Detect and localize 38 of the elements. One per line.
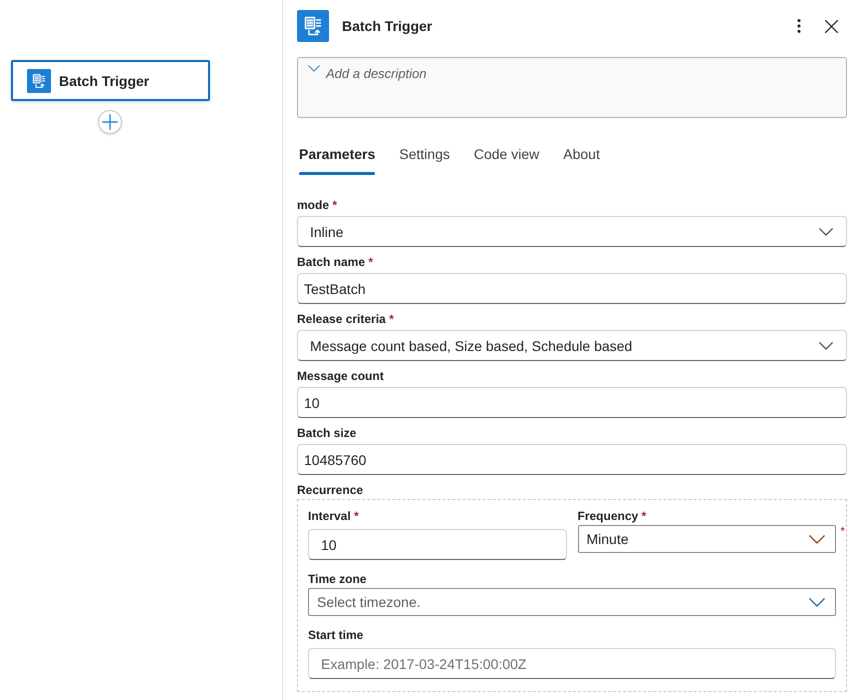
field-label: Time zone xyxy=(308,571,366,587)
required-mark: * xyxy=(840,525,845,537)
close-icon xyxy=(824,20,838,32)
description-field[interactable]: Add a description xyxy=(297,57,847,118)
group-label: Recurrence xyxy=(297,482,364,498)
field-label: mode * xyxy=(297,197,338,213)
dropdown-field[interactable]: Message count based, Size based, Schedule based xyxy=(297,330,847,361)
chevron-down-icon xyxy=(809,598,825,606)
tab[interactable]: Code view xyxy=(474,132,540,176)
field-label: Interval * xyxy=(308,508,359,524)
text-field[interactable]: TestBatch xyxy=(297,273,847,304)
field-label: Start time xyxy=(308,627,364,643)
dropdown-field[interactable]: Inline xyxy=(297,216,847,247)
add-step-button[interactable] xyxy=(98,110,122,134)
list-tray-icon xyxy=(297,10,329,42)
panel-title: Batch Trigger xyxy=(342,18,434,34)
tab[interactable]: About xyxy=(563,132,600,176)
text-field[interactable]: 10485760 xyxy=(297,444,847,475)
text-field[interactable]: 10 xyxy=(308,529,566,560)
chevron-down-icon xyxy=(809,534,825,544)
chevron-down-icon xyxy=(819,228,833,236)
chevron-down-icon xyxy=(308,65,320,72)
list-tray-icon xyxy=(27,68,51,92)
field-label: Batch name * xyxy=(297,254,374,270)
chevron-down-icon xyxy=(819,342,833,350)
field-label: Batch size xyxy=(297,425,356,441)
trigger-node[interactable]: Batch Trigger xyxy=(11,60,210,101)
tab[interactable]: Parameters xyxy=(299,132,376,176)
tab[interactable]: Settings xyxy=(399,132,450,176)
field-label: Frequency * xyxy=(578,508,646,524)
field-label: Release criteria * xyxy=(297,311,394,327)
dropdown-field[interactable]: Minute xyxy=(578,525,836,553)
dropdown-field[interactable]: Select timezone. xyxy=(308,588,836,616)
text-field[interactable]: 10 xyxy=(297,387,847,418)
text-field[interactable]: Example: 2017-03-24T15:00:00Z xyxy=(308,648,836,679)
plus-icon xyxy=(102,114,118,130)
field-label: Message count xyxy=(297,368,384,384)
more-icon xyxy=(797,19,801,33)
